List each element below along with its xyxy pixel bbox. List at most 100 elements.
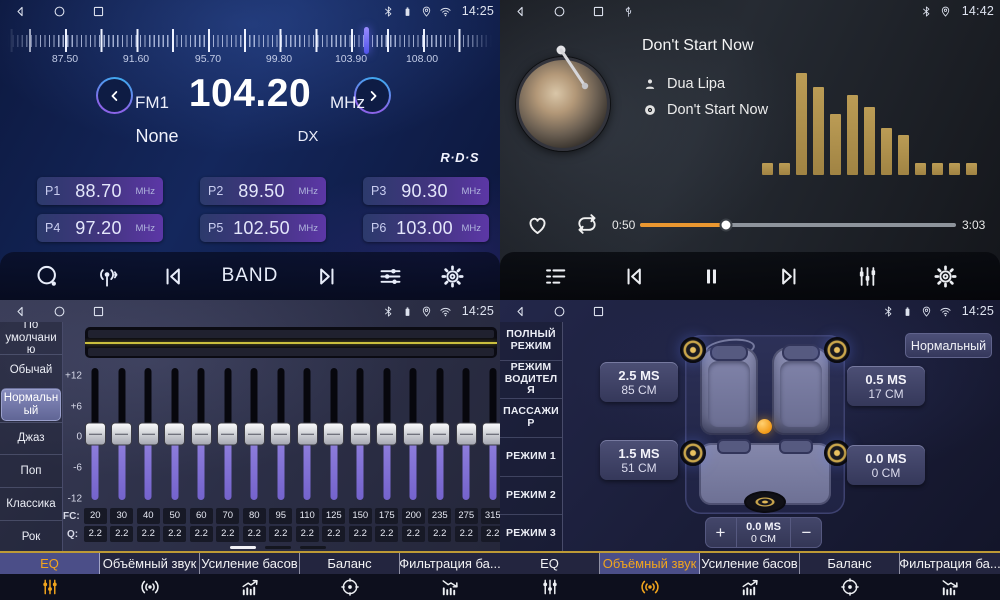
tab-bass-boost[interactable]: Усиление басов xyxy=(200,553,300,600)
repeat-button[interactable] xyxy=(573,210,601,238)
slider-handle[interactable] xyxy=(111,423,132,446)
band-page-dash[interactable] xyxy=(300,546,326,549)
nav-recents-button[interactable] xyxy=(591,4,606,19)
q-value[interactable]: 2.2 xyxy=(349,526,372,542)
settings-button[interactable] xyxy=(932,263,959,290)
front-right-speaker-icon[interactable] xyxy=(824,337,850,363)
eq-preset-item[interactable]: Обычай xyxy=(0,354,62,387)
nav-back-button[interactable] xyxy=(513,4,528,19)
fc-value[interactable]: 275 xyxy=(455,508,478,524)
tab-surround-sound[interactable]: Объёмный звук xyxy=(600,553,700,600)
slider-track[interactable] xyxy=(277,368,284,500)
slider-handle[interactable] xyxy=(85,423,106,446)
q-value[interactable]: 2.2 xyxy=(110,526,133,542)
band-button[interactable]: BAND xyxy=(222,265,279,287)
audio-settings-button[interactable] xyxy=(377,263,404,290)
tab-filter[interactable]: Фильтрация ба... xyxy=(400,553,500,600)
q-value[interactable]: 2.2 xyxy=(322,526,345,542)
subwoofer-icon[interactable] xyxy=(744,491,786,513)
preset-p2-button[interactable]: P289.50MHz xyxy=(200,177,326,205)
slider-track[interactable] xyxy=(118,368,125,500)
slider-track[interactable] xyxy=(145,368,152,500)
next-track-button[interactable] xyxy=(776,263,803,290)
q-value[interactable]: 2.2 xyxy=(402,526,425,542)
rear-left-speaker-icon[interactable] xyxy=(680,440,706,466)
seek-up-button[interactable] xyxy=(314,263,341,290)
tab-bass-boost[interactable]: Усиление басов xyxy=(700,553,800,600)
eq-preset-item[interactable]: Классика xyxy=(0,487,62,520)
fc-value[interactable]: 125 xyxy=(322,508,345,524)
slider-handle[interactable] xyxy=(270,423,291,446)
fc-value[interactable]: 50 xyxy=(163,508,186,524)
slider-track[interactable] xyxy=(198,368,205,500)
fc-value[interactable]: 20 xyxy=(84,508,107,524)
q-value[interactable]: 2.2 xyxy=(269,526,292,542)
slider-track[interactable] xyxy=(92,368,99,500)
slider-track[interactable] xyxy=(436,368,443,500)
slider-handle[interactable] xyxy=(456,423,477,446)
eq-preset-item[interactable]: По умолчанию xyxy=(0,322,62,354)
nav-recents-button[interactable] xyxy=(91,304,106,319)
surround-mode-item[interactable]: РЕЖИМ 1 xyxy=(500,437,562,476)
rear-right-delay-button[interactable]: 0.0 MS 0 CM xyxy=(847,445,925,485)
fc-value[interactable]: 200 xyxy=(402,508,425,524)
fc-value[interactable]: 60 xyxy=(190,508,213,524)
settings-button[interactable] xyxy=(439,263,466,290)
q-value[interactable]: 2.2 xyxy=(243,526,266,542)
slider-track[interactable] xyxy=(410,368,417,500)
favorite-button[interactable] xyxy=(524,211,551,238)
fc-value[interactable]: 175 xyxy=(375,508,398,524)
q-value[interactable]: 2.2 xyxy=(455,526,478,542)
tab-surround-sound[interactable]: Объёмный звук xyxy=(100,553,200,600)
surround-mode-item[interactable]: РЕЖИМ ВОДИТЕЛЯ xyxy=(500,360,562,399)
nav-back-button[interactable] xyxy=(13,4,28,19)
eq-preset-item[interactable]: Поп xyxy=(0,454,62,487)
slider-track[interactable] xyxy=(304,368,311,500)
fc-value[interactable]: 235 xyxy=(428,508,451,524)
slider-handle[interactable] xyxy=(164,423,185,446)
nav-home-button[interactable] xyxy=(552,4,567,19)
preset-p1-button[interactable]: P188.70MHz xyxy=(37,177,163,205)
fc-value[interactable]: 150 xyxy=(349,508,372,524)
slider-handle[interactable] xyxy=(376,423,397,446)
pause-button[interactable] xyxy=(698,263,725,290)
previous-track-button[interactable] xyxy=(620,263,647,290)
seek-bar[interactable] xyxy=(640,223,956,227)
slider-handle[interactable] xyxy=(323,423,344,446)
seek-bar-knob[interactable] xyxy=(720,219,733,232)
tab-balance[interactable]: Баланс xyxy=(800,553,900,600)
nav-back-button[interactable] xyxy=(13,304,28,319)
fc-value[interactable]: 70 xyxy=(216,508,239,524)
fc-value[interactable]: 80 xyxy=(243,508,266,524)
slider-handle[interactable] xyxy=(403,423,424,446)
surround-mode-item[interactable]: ПОЛНЫЙ РЕЖИМ xyxy=(500,322,562,360)
scan-button[interactable] xyxy=(34,263,61,290)
slider-track[interactable] xyxy=(224,368,231,500)
slider-handle[interactable] xyxy=(429,423,450,446)
increase-delay-button[interactable]: + xyxy=(705,517,737,548)
surround-mode-item[interactable]: ПАССАЖИР xyxy=(500,398,562,437)
fc-value[interactable]: 315 xyxy=(481,508,500,524)
front-left-delay-button[interactable]: 2.5 MS 85 CM xyxy=(600,362,678,402)
fc-value[interactable]: 30 xyxy=(110,508,133,524)
slider-track[interactable] xyxy=(330,368,337,500)
fc-value[interactable]: 40 xyxy=(137,508,160,524)
q-value[interactable]: 2.2 xyxy=(296,526,319,542)
profile-button[interactable]: Нормальный xyxy=(905,333,992,358)
tuning-pointer[interactable] xyxy=(364,27,369,54)
slider-handle[interactable] xyxy=(244,423,265,446)
q-value[interactable]: 2.2 xyxy=(84,526,107,542)
tab-eq[interactable]: EQ xyxy=(0,553,100,600)
slider-track[interactable] xyxy=(383,368,390,500)
equalizer-button[interactable] xyxy=(854,263,881,290)
fc-value[interactable]: 95 xyxy=(269,508,292,524)
slider-track[interactable] xyxy=(463,368,470,500)
listening-position-dot[interactable] xyxy=(757,419,772,434)
surround-mode-item[interactable]: РЕЖИМ 2 xyxy=(500,476,562,515)
radio-source-button[interactable] xyxy=(96,263,123,290)
front-right-delay-button[interactable]: 0.5 MS 17 CM xyxy=(847,366,925,406)
nav-home-button[interactable] xyxy=(52,4,67,19)
preset-p4-button[interactable]: P497.20MHz xyxy=(37,214,163,242)
slider-handle[interactable] xyxy=(297,423,318,446)
slider-track[interactable] xyxy=(171,368,178,500)
